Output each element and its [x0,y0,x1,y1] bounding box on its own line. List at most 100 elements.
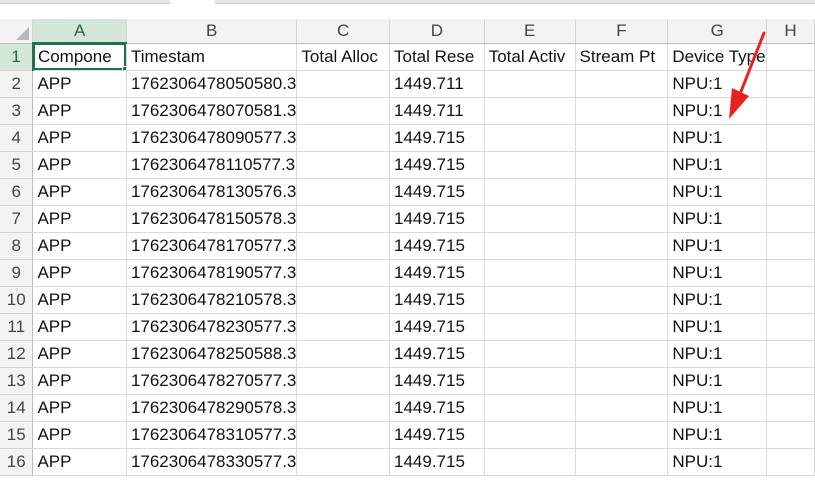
cell-g3[interactable]: NPU:1 [667,97,768,125]
cell-f16[interactable] [575,448,669,476]
cell-e10[interactable] [484,286,576,314]
cell-g1[interactable]: Device Type [667,43,768,71]
cell-h6[interactable] [766,178,815,206]
cell-a1[interactable]: Compone [32,43,127,71]
cell-d1[interactable]: Total Rese [389,43,485,71]
cell-g4[interactable]: NPU:1 [667,124,768,152]
cell-b10[interactable]: 1762306478210578.3 [126,286,298,314]
cell-b5[interactable]: 1762306478110577.3 [126,151,298,179]
row-header[interactable]: 3 [0,97,34,125]
cell-c2[interactable] [296,70,390,98]
cell-f14[interactable] [575,394,669,422]
cell-b9[interactable]: 1762306478190577.3 [126,259,298,287]
cell-e7[interactable] [484,205,576,233]
cell-b16[interactable]: 1762306478330577.3 [126,448,298,476]
cell-f9[interactable] [575,259,669,287]
row-header[interactable]: 5 [0,151,34,179]
cell-a3[interactable]: APP [32,97,127,125]
cell-d9[interactable]: 1449.715 [389,259,485,287]
cell-f12[interactable] [575,340,669,368]
cell-d15[interactable]: 1449.715 [389,421,485,449]
cell-h12[interactable] [766,340,815,368]
column-header-g[interactable]: G [667,19,768,44]
cell-c15[interactable] [296,421,390,449]
cell-h5[interactable] [766,151,815,179]
cell-c7[interactable] [296,205,390,233]
row-header[interactable]: 1 [0,43,34,71]
cell-e14[interactable] [484,394,576,422]
cell-d16[interactable]: 1449.715 [389,448,485,476]
cell-g7[interactable]: NPU:1 [667,205,768,233]
cell-c8[interactable] [296,232,390,260]
cell-c16[interactable] [296,448,390,476]
cell-h14[interactable] [766,394,815,422]
fill-handle[interactable] [121,65,126,69]
cell-a11[interactable]: APP [32,313,127,341]
cell-b1[interactable]: Timestam [126,43,298,71]
row-header[interactable]: 11 [0,313,34,341]
column-header-e[interactable]: E [484,19,576,44]
cell-d4[interactable]: 1449.715 [389,124,485,152]
cell-f6[interactable] [575,178,669,206]
row-header[interactable]: 7 [0,205,34,233]
cell-g14[interactable]: NPU:1 [667,394,768,422]
cell-f13[interactable] [575,367,669,395]
cell-a8[interactable]: APP [32,232,127,260]
cell-c6[interactable] [296,178,390,206]
cell-d11[interactable]: 1449.715 [389,313,485,341]
cell-g15[interactable]: NPU:1 [667,421,768,449]
cell-d2[interactable]: 1449.711 [389,70,485,98]
cell-e16[interactable] [484,448,576,476]
cell-e5[interactable] [484,151,576,179]
cell-d6[interactable]: 1449.715 [389,178,485,206]
cell-e13[interactable] [484,367,576,395]
row-header[interactable]: 13 [0,367,34,395]
column-header-a[interactable]: A [32,19,127,44]
cell-f1[interactable]: Stream Pt [575,43,669,71]
cell-f11[interactable] [575,313,669,341]
cell-e9[interactable] [484,259,576,287]
select-all-button[interactable] [0,19,34,44]
cell-f7[interactable] [575,205,669,233]
cell-g12[interactable]: NPU:1 [667,340,768,368]
cell-a15[interactable]: APP [32,421,127,449]
cell-d8[interactable]: 1449.715 [389,232,485,260]
cell-g6[interactable]: NPU:1 [667,178,768,206]
cell-f8[interactable] [575,232,669,260]
cell-g13[interactable]: NPU:1 [667,367,768,395]
cell-f10[interactable] [575,286,669,314]
cell-e2[interactable] [484,70,576,98]
cell-f2[interactable] [575,70,669,98]
cell-d7[interactable]: 1449.715 [389,205,485,233]
cell-g16[interactable]: NPU:1 [667,448,768,476]
cell-a2[interactable]: APP [32,70,127,98]
cell-h2[interactable] [766,70,815,98]
cell-c14[interactable] [296,394,390,422]
column-header-c[interactable]: C [296,19,390,44]
cell-c12[interactable] [296,340,390,368]
cell-f3[interactable] [575,97,669,125]
row-header[interactable]: 4 [0,124,34,152]
cell-d13[interactable]: 1449.715 [389,367,485,395]
cell-b3[interactable]: 1762306478070581.3 [126,97,298,125]
cell-h10[interactable] [766,286,815,314]
row-header[interactable]: 8 [0,232,34,260]
cell-a14[interactable]: APP [32,394,127,422]
cell-e15[interactable] [484,421,576,449]
cell-d10[interactable]: 1449.715 [389,286,485,314]
cell-b2[interactable]: 1762306478050580.3 [126,70,298,98]
cell-d12[interactable]: 1449.715 [389,340,485,368]
cell-c13[interactable] [296,367,390,395]
cell-e12[interactable] [484,340,576,368]
cell-d14[interactable]: 1449.715 [389,394,485,422]
column-header-f[interactable]: F [575,19,669,44]
cell-a4[interactable]: APP [32,124,127,152]
cell-f5[interactable] [575,151,669,179]
cell-g5[interactable]: NPU:1 [667,151,768,179]
cell-e3[interactable] [484,97,576,125]
row-header[interactable]: 10 [0,286,34,314]
cell-h1[interactable] [766,43,815,71]
cell-h16[interactable] [766,448,815,476]
cell-a9[interactable]: APP [32,259,127,287]
cell-h13[interactable] [766,367,815,395]
